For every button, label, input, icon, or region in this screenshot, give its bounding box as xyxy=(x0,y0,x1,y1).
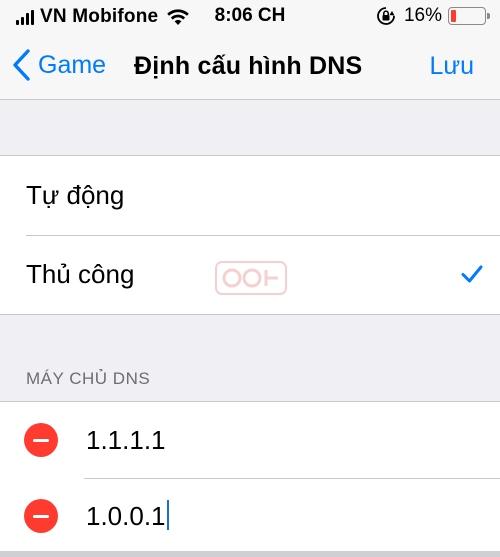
bottom-edge xyxy=(0,551,500,557)
navigation-bar: Game Định cấu hình DNS Lưu xyxy=(0,34,500,100)
option-label: Thủ công xyxy=(26,259,135,289)
dns-server-row: 1.0.0.1 xyxy=(0,478,500,554)
option-label: Tự động xyxy=(26,180,125,210)
watermark-icon xyxy=(215,261,287,295)
dns-server-value: 1.0.0.1 xyxy=(86,501,166,531)
chevron-left-icon xyxy=(13,49,30,81)
status-right: 16% xyxy=(376,5,490,27)
minus-icon xyxy=(33,438,49,442)
dns-server-field[interactable]: 1.1.1.1 xyxy=(86,425,166,456)
page-title: Định cấu hình DNS xyxy=(134,52,363,80)
back-button[interactable]: Game xyxy=(10,48,106,82)
minus-icon xyxy=(33,514,49,518)
screen: VN Mobifone 8:06 CH 16% Game Định cấu hì… xyxy=(0,0,500,557)
battery-icon xyxy=(448,7,490,25)
dns-server-row: 1.1.1.1 xyxy=(0,402,500,478)
section-header-dns: MÁY CHỦ DNS xyxy=(26,369,151,388)
remove-server-button[interactable] xyxy=(24,423,58,457)
battery-percent: 16% xyxy=(403,5,442,26)
status-bar: VN Mobifone 8:06 CH 16% xyxy=(0,0,500,34)
battery-fill xyxy=(451,10,457,22)
checkmark-icon xyxy=(461,265,483,283)
save-button[interactable]: Lưu xyxy=(429,52,474,81)
orientation-lock-icon xyxy=(377,7,395,25)
dns-servers-group: 1.1.1.1 1.0.0.1 xyxy=(0,401,500,557)
option-automatic[interactable]: Tự động xyxy=(0,156,500,235)
dns-server-field-active[interactable]: 1.0.0.1 xyxy=(86,500,169,532)
watermark-logo xyxy=(214,258,288,298)
remove-server-button[interactable] xyxy=(24,499,58,533)
text-cursor xyxy=(166,500,169,530)
back-label: Game xyxy=(38,50,107,79)
